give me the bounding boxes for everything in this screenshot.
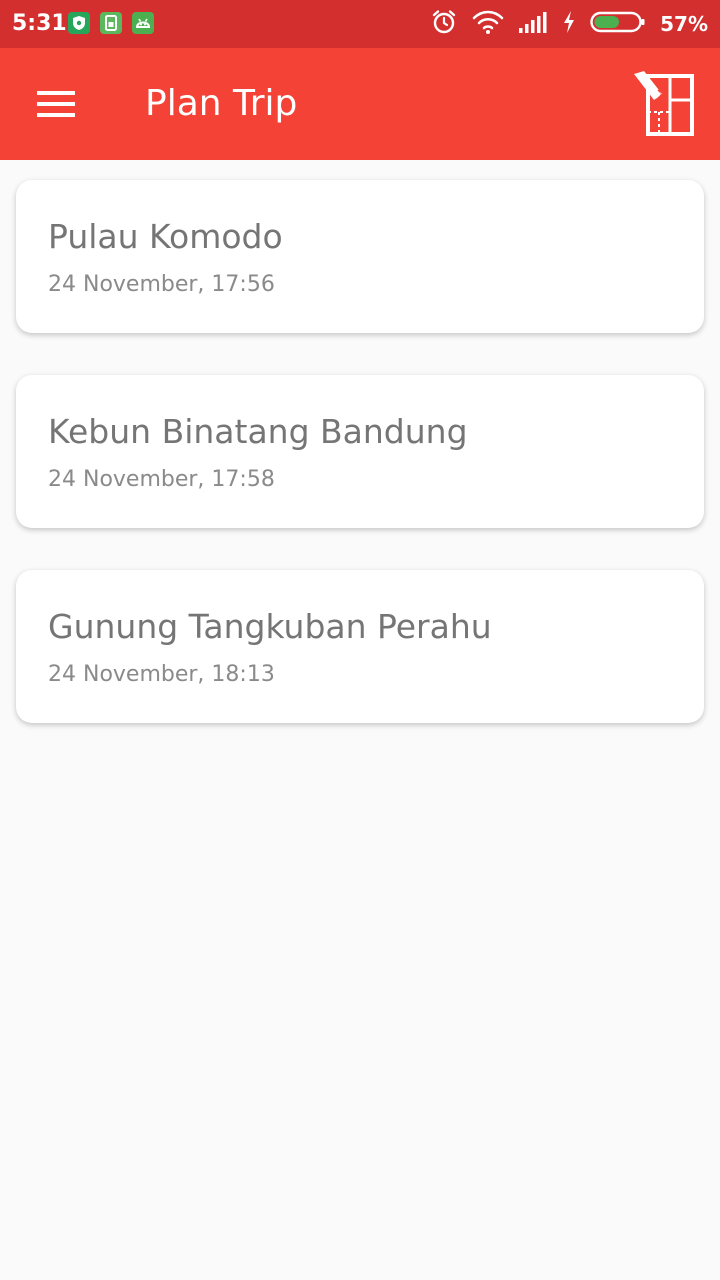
status-right-group: 57%: [430, 0, 708, 48]
battery-icon: [590, 10, 646, 38]
trip-datetime: 24 November, 17:58: [48, 467, 275, 492]
map-icon: [632, 71, 696, 142]
trip-name: Pulau Komodo: [48, 217, 283, 256]
trip-card[interactable]: Pulau Komodo 24 November, 17:56: [16, 180, 704, 333]
menu-button[interactable]: [26, 80, 86, 128]
sim-icon: [100, 12, 122, 34]
battery-fill: [594, 16, 620, 28]
trip-list: Pulau Komodo 24 November, 17:56 Kebun Bi…: [16, 180, 704, 765]
app-bar: Plan Trip: [0, 48, 720, 160]
status-time: 5:31: [12, 11, 67, 36]
trip-card[interactable]: Gunung Tangkuban Perahu 24 November, 18:…: [16, 570, 704, 723]
trip-card[interactable]: Kebun Binatang Bandung 24 November, 17:5…: [16, 375, 704, 528]
alarm-icon: [430, 8, 458, 40]
trip-datetime: 24 November, 17:56: [48, 272, 275, 297]
page-title: Plan Trip: [145, 83, 298, 124]
hamburger-menu-icon: [26, 91, 86, 132]
android-icon: [132, 12, 154, 34]
trip-datetime: 24 November, 18:13: [48, 662, 275, 687]
wifi-icon: [472, 9, 504, 39]
trip-name: Gunung Tangkuban Perahu: [48, 607, 492, 646]
map-button[interactable]: [632, 70, 696, 138]
charging-icon: [562, 10, 576, 38]
signal-icon: [518, 10, 548, 38]
battery-percent: 57%: [660, 12, 708, 36]
shield-icon: [68, 12, 90, 34]
status-bar: 5:31 57%: [0, 0, 720, 48]
trip-name: Kebun Binatang Bandung: [48, 412, 468, 451]
